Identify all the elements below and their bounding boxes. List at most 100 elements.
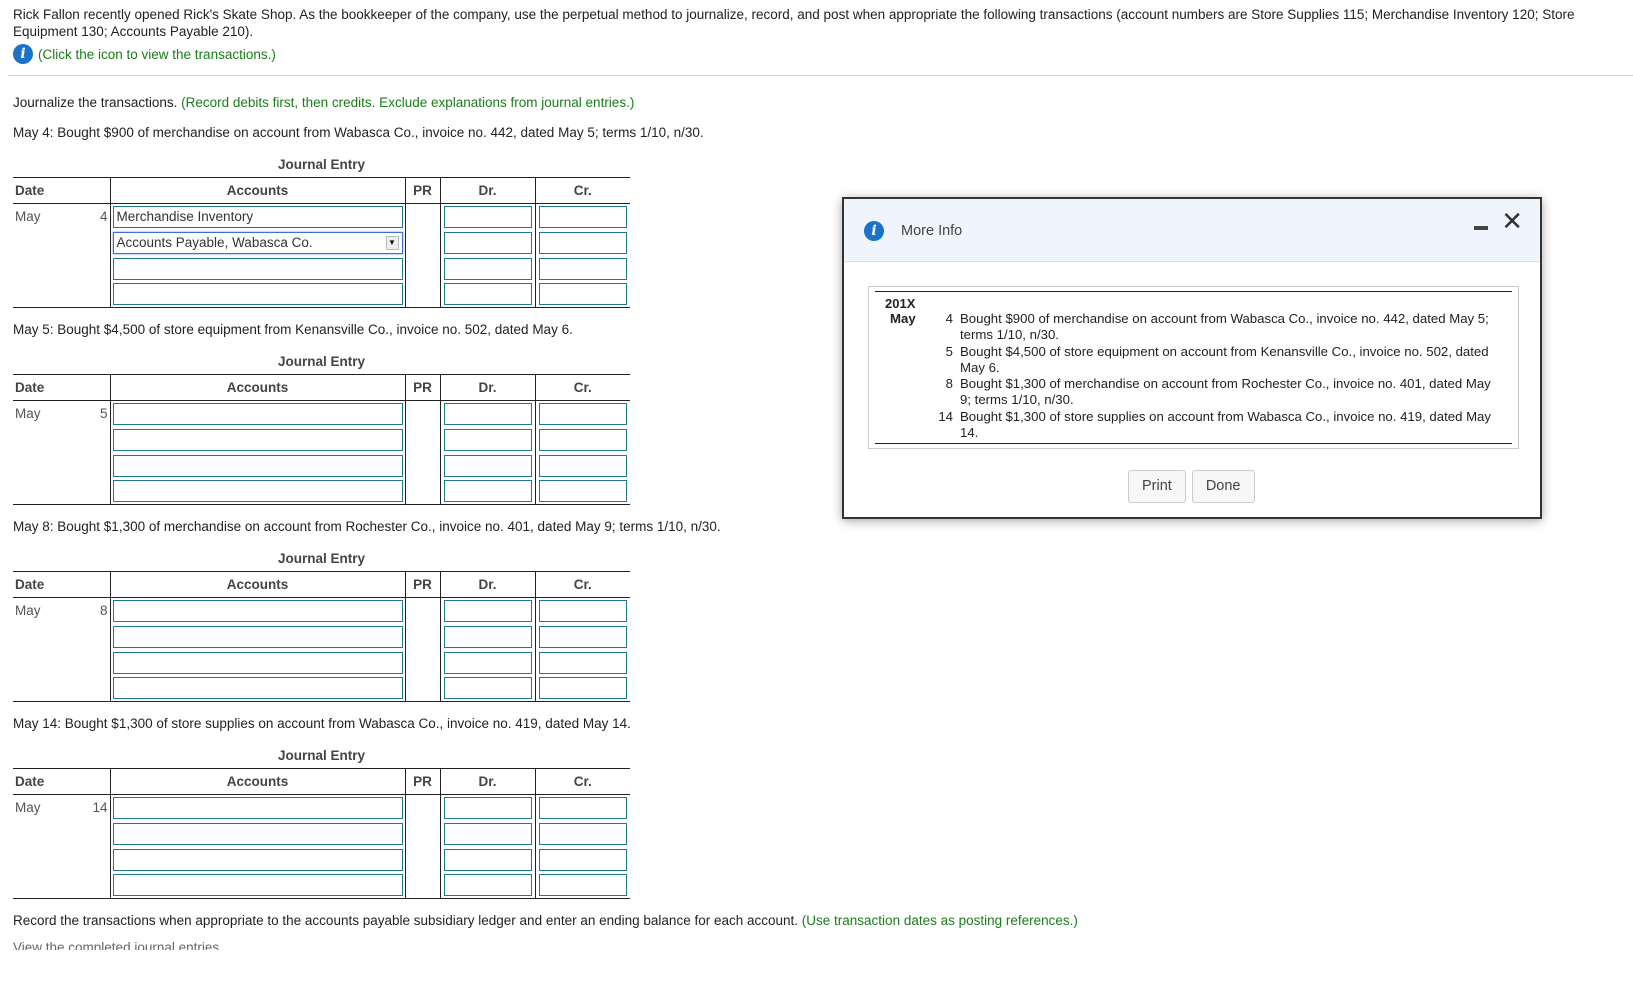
instructions-hint: (Record debits first, then credits. Excl… [181,95,635,110]
date-cell [13,675,110,702]
col-pr: PR [404,571,440,598]
credit-input[interactable] [538,454,627,477]
debit-input[interactable] [443,480,532,503]
entry-day: 14 [92,800,108,816]
account-input[interactable] [112,402,403,425]
pr-cell [404,478,440,505]
divider [8,75,1633,76]
credit-input[interactable] [538,822,627,845]
transaction-row: May 4 Bought $900 of merchandise on acco… [875,311,1512,344]
account-input[interactable] [112,651,403,674]
journal-entry-title: Journal Entry [277,354,366,369]
col-accounts: Accounts [109,177,405,204]
minimize-icon[interactable] [1474,226,1488,230]
transaction-prompt: May 14: Bought $1,300 of store supplies … [13,716,631,731]
date-cell: May 14 [13,795,110,821]
view-completed-link[interactable]: View the completed journal entries. [13,940,223,950]
journal-entry: Journal Entry Date Accounts PR Dr. Cr. M… [13,354,630,505]
dropdown-arrow-icon[interactable]: ▼ [385,235,399,250]
entry-month: May [15,603,41,619]
credit-input[interactable] [538,599,627,622]
table-row [13,281,630,308]
instructions: Journalize the transactions. (Record deb… [13,95,634,110]
date-cell [13,650,110,676]
account-input[interactable] [112,454,403,477]
transaction-day: 8 [945,376,953,392]
debit-input[interactable] [443,677,532,700]
debit-input[interactable] [443,848,532,871]
credit-input[interactable] [538,231,627,254]
credit-input[interactable] [538,480,627,503]
table-row [13,675,630,702]
debit-input[interactable] [443,822,532,845]
credit-input[interactable] [538,205,627,228]
col-dr: Dr. [439,374,535,401]
close-icon[interactable]: ✕ [1501,207,1523,237]
col-date: Date [13,374,110,401]
view-transactions-link[interactable]: i (Click the icon to view the transactio… [13,44,276,64]
pr-cell [404,675,440,702]
debit-input[interactable] [443,651,532,674]
credit-input[interactable] [538,625,627,648]
table-row: May 5 [13,400,630,427]
credit-input[interactable] [538,848,627,871]
account-input[interactable] [112,677,403,700]
table-row [13,426,630,453]
credit-input[interactable] [538,283,627,306]
credit-input[interactable] [538,796,627,819]
transaction-prompt: May 4: Bought $900 of merchandise on acc… [13,125,704,140]
account-input[interactable] [112,822,403,845]
debit-input[interactable] [443,283,532,306]
credit-input[interactable] [538,402,627,425]
pr-cell [404,649,440,676]
view-transactions-label[interactable]: (Click the icon to view the transactions… [38,47,276,62]
transaction-prompt: May 5: Bought $4,500 of store equipment … [13,322,573,337]
debit-input[interactable] [443,205,532,228]
credit-input[interactable] [538,651,627,674]
ledger-instructions-hint: (Use transaction dates as posting refere… [801,913,1078,928]
account-input[interactable] [112,428,403,451]
debit-input[interactable] [443,454,532,477]
col-pr: PR [404,177,440,204]
info-icon[interactable]: i [13,44,33,64]
credit-input[interactable] [538,257,627,280]
entry-month: May [15,209,41,225]
pr-cell [404,623,440,650]
account-input[interactable] [112,796,403,819]
account-input[interactable]: Merchandise Inventory [112,205,403,228]
account-input[interactable] [112,874,403,897]
date-cell [13,453,110,479]
table-row [13,820,630,847]
credit-input[interactable] [538,874,627,897]
transaction-row: 14 Bought $1,300 of store supplies on ac… [875,409,1512,442]
account-input[interactable] [112,599,403,622]
journal-entry-title: Journal Entry [277,748,366,763]
transaction-day: 5 [945,343,953,359]
debit-input[interactable] [443,874,532,897]
transaction-text: Bought $900 of merchandise on account fr… [960,311,1489,343]
more-info-dialog: i More Info ✕ 201X May 4 Bought $900 of … [842,197,1542,519]
account-input[interactable] [112,480,403,503]
debit-input[interactable] [443,402,532,425]
done-button[interactable]: Done [1191,470,1255,503]
debit-input[interactable] [443,796,532,819]
date-cell [13,256,110,282]
debit-input[interactable] [443,428,532,451]
col-accounts: Accounts [109,374,405,401]
pr-cell [404,872,440,899]
journal-entry-table: Date Accounts PR Dr. Cr. May 8 [13,571,630,702]
account-input[interactable] [112,257,403,280]
pr-cell [404,452,440,479]
debit-input[interactable] [443,625,532,648]
credit-input[interactable] [538,677,627,700]
account-select[interactable]: Accounts Payable, Wabasca Co. ▼ [112,231,403,254]
print-button[interactable]: Print [1128,470,1186,503]
account-input[interactable] [112,848,403,871]
debit-input[interactable] [443,231,532,254]
account-input[interactable] [112,625,403,648]
credit-input[interactable] [538,428,627,451]
debit-input[interactable] [443,599,532,622]
debit-input[interactable] [443,257,532,280]
col-dr: Dr. [439,571,535,598]
account-input[interactable] [112,283,403,306]
